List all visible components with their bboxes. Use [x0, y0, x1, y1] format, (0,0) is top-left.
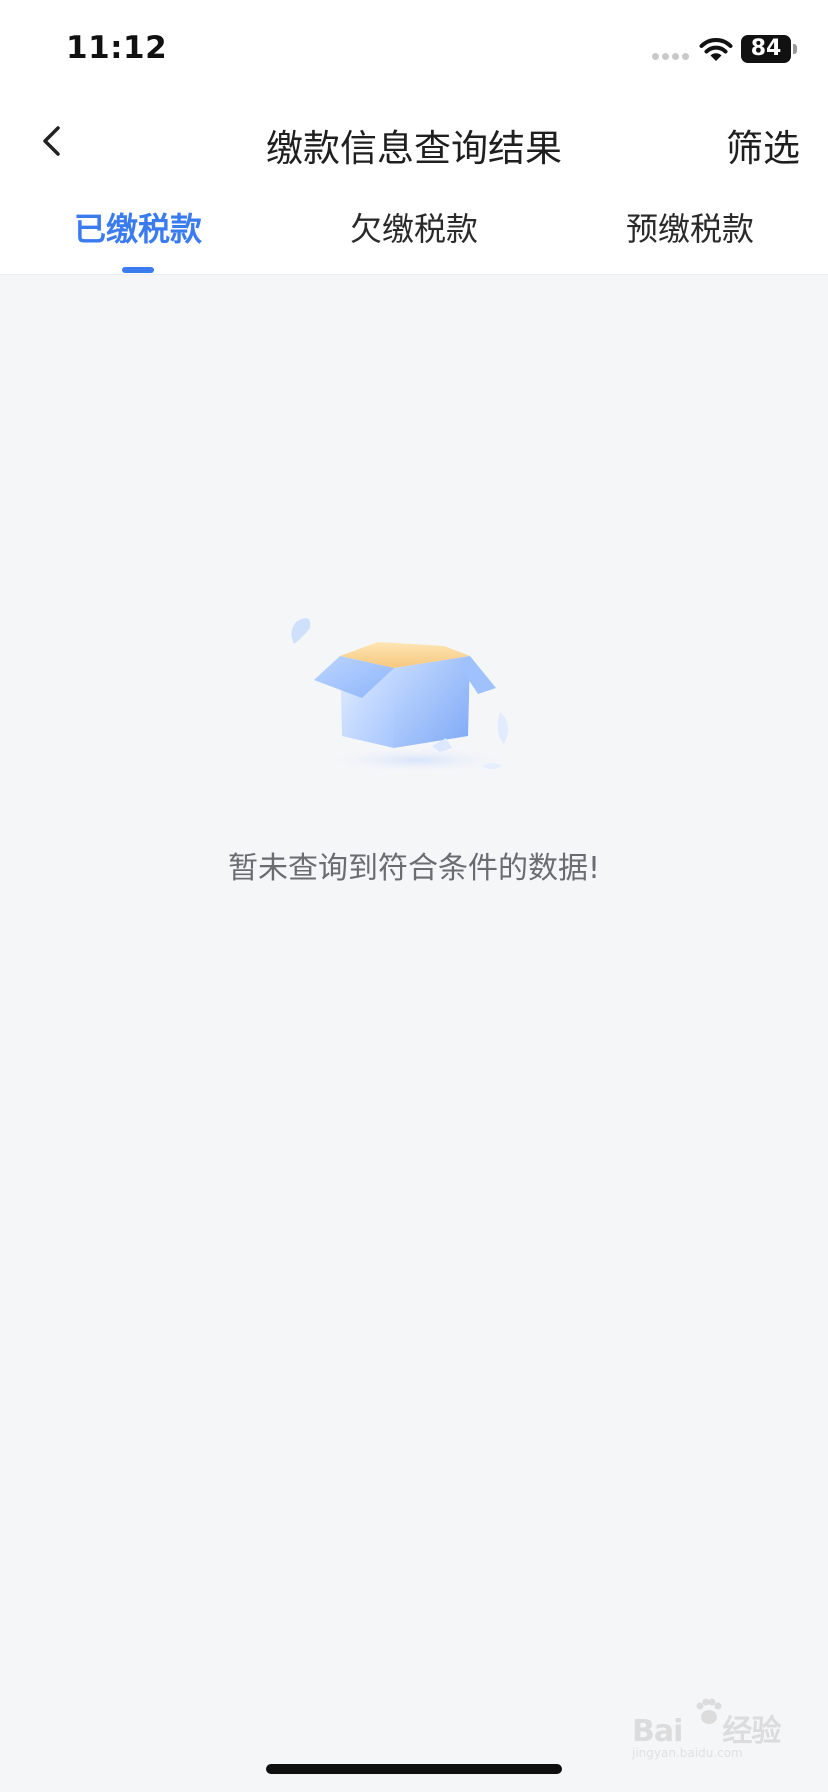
tab-overdue-tax[interactable]: 欠缴税款 — [276, 204, 552, 250]
chevron-left-icon[interactable] — [32, 121, 72, 161]
tab-prepaid-tax[interactable]: 预缴税款 — [552, 204, 828, 250]
paw-icon — [696, 1698, 722, 1724]
tab-paid-tax[interactable]: 已缴税款 — [0, 204, 276, 250]
battery-icon: 84 — [741, 35, 791, 63]
home-indicator[interactable] — [266, 1764, 562, 1774]
status-time: 11:12 — [66, 30, 168, 66]
cellular-signal-icon — [652, 53, 690, 61]
watermark-logo: Bai 经验 jingyan.baidu.com — [632, 1698, 798, 1764]
empty-box-illustration — [291, 618, 518, 774]
empty-state-message: 暂未查询到符合条件的数据! — [227, 851, 601, 886]
filter-button[interactable]: 筛选 — [726, 118, 800, 172]
watermark-domain: jingyan.baidu.com — [632, 1746, 743, 1760]
battery-cap — [793, 44, 797, 54]
wifi-icon — [699, 38, 733, 61]
active-tab-indicator — [122, 267, 154, 273]
